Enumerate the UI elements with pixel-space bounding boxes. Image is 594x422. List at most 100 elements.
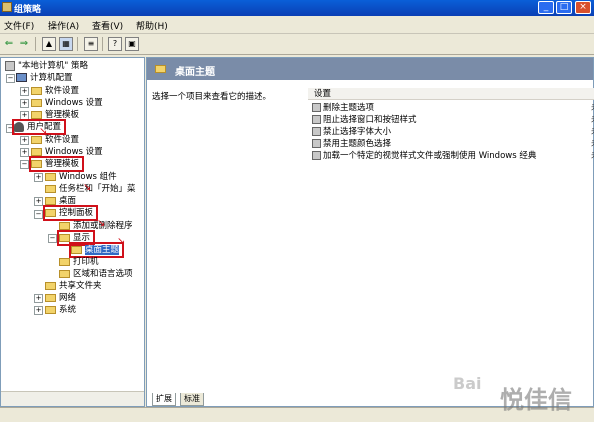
title-bar: 组策略 _ □ × [0,0,594,16]
setting-item[interactable]: 禁用主题颜色选择 [312,138,391,150]
folder-icon [45,172,56,181]
tree-node-windows-components[interactable]: Windows 组件 [45,171,117,183]
tree-node-desktop[interactable]: 桌面 [45,195,76,207]
maximize-button[interactable]: □ [556,1,572,14]
folder-icon [31,98,42,107]
tab-extended[interactable]: 扩展 [152,393,176,406]
computer-icon [16,73,27,82]
toolbar-separator [102,37,103,51]
collapse-toggle[interactable]: − [20,160,29,169]
expand-toggle[interactable]: + [20,148,29,157]
tree-node-software-settings[interactable]: 软件设置 [31,85,79,97]
tree-node-printers[interactable]: 打印机 [59,256,99,268]
menu-bar: 文件(F) 操作(A) 查看(V) 帮助(H) [0,16,594,34]
expand-toggle[interactable]: + [20,87,29,96]
menu-file[interactable]: 文件(F) [4,19,34,32]
tree-pane[interactable]: "本地计算机" 策略 − 计算机配置 + 软件设置 + Windows 设置 +… [0,57,145,407]
tree-node-desktop-themes[interactable]: 桌面主题 [68,242,125,258]
tree-label: 管理模板 [45,110,80,120]
view-tabs: 扩展 标准 [146,393,446,407]
help-icon[interactable]: ? [108,37,122,51]
export-icon[interactable]: ≡ [84,37,98,51]
setting-icon [312,115,321,124]
show-tree-icon[interactable]: ▦ [59,37,73,51]
tree-label: 管理模板 [45,159,80,169]
tree-node-user-admin-templates[interactable]: 管理模板 [28,156,85,172]
tree-node-shared-folders[interactable]: 共享文件夹 [45,280,102,292]
forward-arrow-icon[interactable]: ⇒ [18,37,30,51]
tree-label: "本地计算机" 策略 [18,61,89,71]
baidu-watermark: Bai [453,374,482,393]
setting-item[interactable]: 阻止选择窗口和按钮样式 [312,114,417,126]
policy-icon [5,60,15,71]
folder-icon [155,65,166,73]
toolbar: ⇐ ⇒ ▲ ▦ ≡ ? ▣ [0,34,594,55]
tree-node-root[interactable]: "本地计算机" 策略 [5,60,88,72]
toolbar-separator [77,37,78,51]
horizontal-scrollbar[interactable] [1,391,144,406]
folder-icon [45,281,56,290]
tree-node-network[interactable]: 网络 [45,292,76,304]
tree-node-computer-config[interactable]: 计算机配置 [16,72,73,84]
setting-icon [312,151,321,160]
setting-item[interactable]: 删除主题选项 [312,102,374,114]
folder-icon [59,221,70,230]
setting-icon [312,103,321,112]
tree-label: 软件设置 [45,86,80,96]
tree-node-admin-templates[interactable]: 管理模板 [31,109,79,121]
expand-toggle[interactable]: + [20,99,29,108]
menu-action[interactable]: 操作(A) [48,19,79,32]
expand-toggle[interactable]: + [34,294,43,303]
up-folder-icon[interactable]: ▲ [42,37,56,51]
folder-icon [45,208,56,217]
expand-toggle[interactable]: + [20,136,29,145]
menu-help[interactable]: 帮助(H) [136,19,168,32]
tree-node-user-windows[interactable]: Windows 设置 [31,146,103,158]
tree-label: 区域和语言选项 [73,269,133,279]
setting-label: 禁用主题颜色选择 [323,139,392,149]
tree-node-control-panel[interactable]: 控制面板 [42,205,99,221]
expand-toggle[interactable]: + [34,197,43,206]
setting-label: 加载一个特定的视觉样式文件或强制使用 Windows 经典 [323,151,537,161]
tree-label: Windows 设置 [45,98,103,108]
red-arrow-icon: ↘ [117,236,126,247]
description-text: 选择一个项目来查看它的描述。 [152,92,272,102]
folder-icon [45,293,56,302]
folder-icon [71,245,82,254]
column-header-settings[interactable]: 设置 [308,88,594,100]
folder-icon [45,305,56,314]
collapse-toggle[interactable]: − [48,234,57,243]
folder-icon [59,233,70,242]
setting-item[interactable]: 禁止选择字体大小 [312,126,391,138]
menu-view[interactable]: 查看(V) [92,19,123,32]
close-button[interactable]: × [575,1,591,14]
folder-icon [31,86,42,95]
properties-icon[interactable]: ▣ [125,37,139,51]
collapse-toggle[interactable]: − [6,74,15,83]
expand-toggle[interactable]: + [20,111,29,120]
folder-icon [45,196,56,205]
app-icon [2,2,12,12]
collapse-toggle[interactable]: − [34,210,43,219]
expand-toggle[interactable]: + [34,173,43,182]
tree-node-display[interactable]: 显示 [56,230,96,246]
setting-icon [312,127,321,136]
tab-standard[interactable]: 标准 [180,393,204,406]
tree-node-add-remove[interactable]: 添加或删除程序 [59,220,133,232]
tree-label: Windows 组件 [59,172,117,182]
tree-label: 任务栏和「开始」菜 [59,184,136,194]
expand-toggle[interactable]: + [34,306,43,315]
window-title: 组策略 [14,5,42,15]
setting-item[interactable]: 加载一个特定的视觉样式文件或强制使用 Windows 经典 [312,150,536,162]
toolbar-separator [35,37,36,51]
tree-node-windows-settings[interactable]: Windows 设置 [31,97,103,109]
minimize-button[interactable]: _ [538,1,554,14]
red-arrow-icon: ↘ [97,218,106,229]
tree-label: 系统 [59,305,77,315]
folder-icon [31,159,42,168]
back-arrow-icon[interactable]: ⇐ [3,37,15,51]
folder-icon [45,184,56,193]
setting-label: 阻止选择窗口和按钮样式 [323,115,417,125]
tree-node-system[interactable]: 系统 [45,304,76,316]
tree-node-regional[interactable]: 区域和语言选项 [59,268,133,280]
